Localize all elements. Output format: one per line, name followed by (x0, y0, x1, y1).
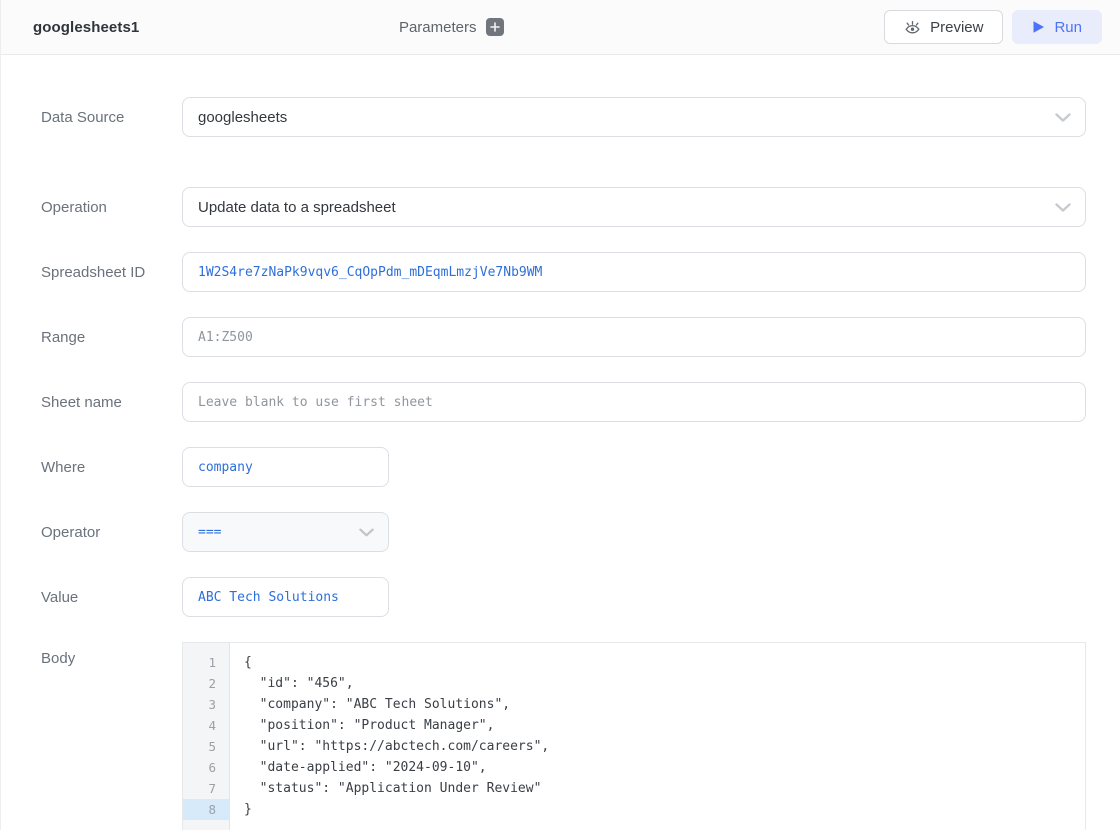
operator-label: Operator (41, 524, 182, 541)
sheet-name-label: Sheet name (41, 394, 182, 411)
line-number-gutter: 12345678 (183, 643, 230, 830)
code-lines[interactable]: { "id": "456", "company": "ABC Tech Solu… (230, 643, 1085, 830)
body-label: Body (41, 642, 182, 667)
add-parameter-button[interactable] (486, 18, 504, 36)
code-line[interactable]: "id": "456", (244, 673, 1085, 694)
operation-value: Update data to a spreadsheet (198, 199, 396, 216)
eye-icon (904, 20, 921, 35)
body-code-editor[interactable]: 12345678 { "id": "456", "company": "ABC … (182, 642, 1086, 830)
line-number: 4 (183, 715, 229, 736)
line-number: 6 (183, 757, 229, 778)
value-input[interactable] (182, 577, 389, 617)
data-source-select[interactable]: googlesheets (182, 97, 1086, 137)
header-actions: Preview Run (884, 10, 1102, 44)
sheet-name-input[interactable] (182, 382, 1086, 422)
field-row-operation: Operation Update data to a spreadsheet (41, 187, 1086, 227)
spreadsheet-id-input[interactable] (182, 252, 1086, 292)
field-row-body: Body 12345678 { "id": "456", "company": … (41, 642, 1086, 830)
range-input[interactable] (182, 317, 1086, 357)
value-label: Value (41, 589, 182, 606)
code-line[interactable]: "position": "Product Manager", (244, 715, 1085, 736)
operator-value: === (198, 525, 221, 540)
chevron-down-icon (1055, 113, 1071, 122)
where-label: Where (41, 459, 182, 476)
line-number: 2 (183, 673, 229, 694)
where-input[interactable] (182, 447, 389, 487)
plus-icon (490, 22, 500, 32)
run-button[interactable]: Run (1012, 10, 1102, 44)
line-number: 5 (183, 736, 229, 757)
field-row-value: Value (41, 577, 1086, 617)
preview-button[interactable]: Preview (884, 10, 1003, 44)
line-number: 7 (183, 778, 229, 799)
line-number: 3 (183, 694, 229, 715)
chevron-down-icon (359, 528, 374, 537)
operation-select[interactable]: Update data to a spreadsheet (182, 187, 1086, 227)
parameters-label: Parameters (399, 19, 477, 36)
play-icon (1032, 20, 1045, 34)
parameters-section: Parameters (19, 18, 884, 36)
field-row-range: Range (41, 317, 1086, 357)
field-row-data-source: Data Source googlesheets (41, 97, 1086, 137)
code-line[interactable]: "status": "Application Under Review" (244, 778, 1085, 799)
field-row-operator: Operator === (41, 512, 1086, 552)
field-row-sheet-name: Sheet name (41, 382, 1086, 422)
code-line[interactable]: { (244, 652, 1085, 673)
line-number: 1 (183, 652, 229, 673)
query-form: Data Source googlesheets Operation Updat… (1, 55, 1120, 830)
data-source-value: googlesheets (198, 109, 287, 126)
operation-label: Operation (41, 199, 182, 216)
field-row-spreadsheet-id: Spreadsheet ID (41, 252, 1086, 292)
code-line[interactable]: "company": "ABC Tech Solutions", (244, 694, 1085, 715)
code-line[interactable]: } (244, 799, 1085, 820)
code-line[interactable]: "url": "https://abctech.com/careers", (244, 736, 1085, 757)
query-header: googlesheets1 Parameters Preview Run (1, 0, 1120, 55)
run-button-label: Run (1054, 19, 1082, 36)
range-label: Range (41, 329, 182, 346)
preview-button-label: Preview (930, 19, 983, 36)
line-number: 8 (183, 799, 229, 820)
code-line[interactable]: "date-applied": "2024-09-10", (244, 757, 1085, 778)
operator-select[interactable]: === (182, 512, 389, 552)
spreadsheet-id-label: Spreadsheet ID (41, 264, 182, 281)
chevron-down-icon (1055, 203, 1071, 212)
data-source-label: Data Source (41, 109, 182, 126)
field-row-where: Where (41, 447, 1086, 487)
